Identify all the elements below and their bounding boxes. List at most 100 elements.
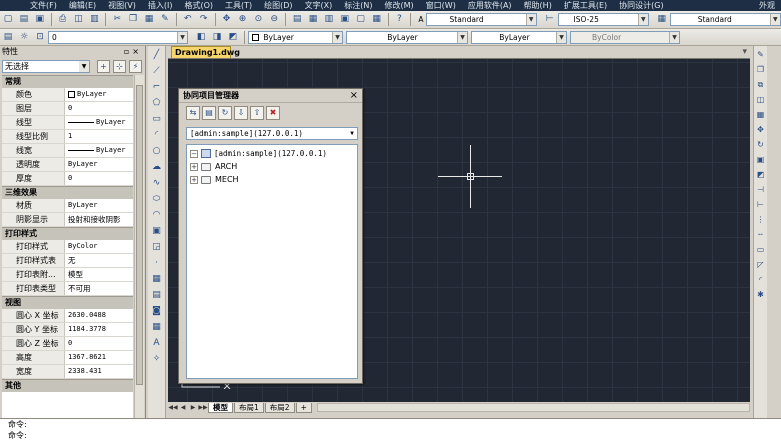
menu-insert[interactable]: 插入(I) <box>142 0 179 11</box>
color-select[interactable]: ByLayer ▼ <box>248 30 343 44</box>
menu-file[interactable]: 文件(F) <box>24 0 63 11</box>
scale-icon[interactable]: ▣ <box>755 153 767 166</box>
tab-layout1[interactable]: 布局1 <box>234 402 264 413</box>
line-icon[interactable]: ╱ <box>150 48 164 62</box>
property-value[interactable]: ByLayer <box>65 88 133 101</box>
erase-icon[interactable]: ✎ <box>755 48 767 61</box>
extend-icon[interactable]: ⊢ <box>755 198 767 211</box>
sync-icon[interactable]: ↻ <box>218 106 232 120</box>
property-value[interactable]: 投射和接收阴影 <box>65 213 133 226</box>
property-row[interactable]: 圆心 Z 坐标 0 <box>2 337 133 351</box>
gradient-icon[interactable]: ▤ <box>150 288 164 302</box>
menu-window[interactable]: 窗口(W) <box>420 0 462 11</box>
ellipse-icon[interactable]: ⬭ <box>150 192 164 206</box>
menu-edit[interactable]: 编辑(E) <box>63 0 102 11</box>
zoom-window-icon[interactable]: ⊙ <box>251 13 265 27</box>
table-icon[interactable]: ▦ <box>150 320 164 334</box>
property-section-header[interactable]: 视图 <box>2 296 133 309</box>
spline-icon[interactable]: ∿ <box>150 176 164 190</box>
menu-dimension[interactable]: 标注(N) <box>338 0 378 11</box>
cut-icon[interactable]: ✂ <box>110 13 124 27</box>
first-tab-icon[interactable]: ◀◀ <box>168 404 178 411</box>
connect-server-icon[interactable]: ⇆ <box>186 106 200 120</box>
break-icon[interactable]: ╌ <box>755 228 767 241</box>
property-section-header[interactable]: 其他 <box>2 379 133 392</box>
property-row[interactable]: 厚度 0 <box>2 172 133 186</box>
selection-select[interactable]: 无选择 ▼ <box>2 59 90 73</box>
property-row[interactable]: 材质 ByLayer <box>2 199 133 213</box>
markup-icon[interactable]: ▢ <box>354 13 368 27</box>
property-value[interactable]: 0 <box>65 337 133 350</box>
property-row[interactable]: 打印样式 ByColor <box>2 240 133 254</box>
close-icon[interactable]: ▾ <box>742 46 747 58</box>
hatch-icon[interactable]: ▦ <box>150 272 164 286</box>
fillet-icon[interactable]: ◜ <box>755 273 767 286</box>
region-icon[interactable]: ◙ <box>150 304 164 318</box>
add-layout-icon[interactable]: + <box>295 402 312 413</box>
properties-close-icon[interactable]: ▫× <box>124 46 145 57</box>
menu-tools[interactable]: 工具(T) <box>219 0 258 11</box>
property-value[interactable]: 无 <box>65 254 133 267</box>
layer-state-icon[interactable]: ☼ <box>17 30 31 44</box>
property-value[interactable]: 1184.3778 <box>65 323 133 336</box>
expand-icon[interactable]: + <box>190 162 198 171</box>
menu-help[interactable]: 帮助(H) <box>518 0 558 11</box>
property-value[interactable]: ByLayer <box>65 144 133 157</box>
menu-extension-tools[interactable]: 扩展工具(E) <box>558 0 613 11</box>
prev-tab-icon[interactable]: ◀ <box>178 404 188 411</box>
property-row[interactable]: 透明度 ByLayer <box>2 158 133 172</box>
property-row[interactable]: 线型比例 1 <box>2 130 133 144</box>
add-selected-icon[interactable]: ✧ <box>150 352 164 366</box>
save-icon[interactable]: ▣ <box>33 13 47 27</box>
open-folder-icon[interactable]: ▤ <box>17 13 31 27</box>
join-icon[interactable]: ▭ <box>755 243 767 256</box>
command-window[interactable]: 命令: 命令: <box>0 418 781 441</box>
delete-icon[interactable]: ✖ <box>266 106 280 120</box>
make-current-layer-icon[interactable]: ◧ <box>194 30 208 44</box>
paste-icon[interactable]: ▦ <box>142 13 156 27</box>
layer-manager-icon[interactable]: ▤ <box>1 30 15 44</box>
next-tab-icon[interactable]: ▶ <box>188 404 198 411</box>
lineweight-select[interactable]: ByLayer ▼ <box>471 30 567 44</box>
property-row[interactable]: 颜色 ByLayer <box>2 88 133 102</box>
property-row[interactable]: 圆心 Y 坐标 1184.3778 <box>2 323 133 337</box>
make-block-icon[interactable]: ◲ <box>150 240 164 254</box>
layer-select[interactable]: 0 ▼ <box>48 30 188 44</box>
menu-collab-design[interactable]: 协同设计(G) <box>613 0 669 11</box>
horizontal-scrollbar[interactable] <box>316 403 750 412</box>
property-row[interactable]: 线宽 ByLayer <box>2 144 133 158</box>
trim-icon[interactable]: ⊣ <box>755 183 767 196</box>
stretch-icon[interactable]: ◩ <box>755 168 767 181</box>
move-icon[interactable]: ✥ <box>755 123 767 136</box>
help-icon[interactable]: ? <box>393 13 407 27</box>
print-preview-icon[interactable]: ◫ <box>72 13 86 27</box>
property-value[interactable]: ByLayer <box>65 199 133 212</box>
polygon-icon[interactable]: ⬠ <box>150 96 164 110</box>
zoom-previous-icon[interactable]: ⊖ <box>267 13 281 27</box>
point-icon[interactable]: · <box>150 256 164 270</box>
property-value[interactable]: 1367.8621 <box>65 351 133 364</box>
menu-draw[interactable]: 绘图(D) <box>258 0 298 11</box>
break-at-point-icon[interactable]: ⋮ <box>755 213 767 226</box>
menu-text[interactable]: 文字(X) <box>299 0 339 11</box>
menu-modify[interactable]: 修改(M) <box>379 0 420 11</box>
design-center-icon[interactable]: ▦ <box>306 13 320 27</box>
plotstyle-select[interactable]: ByColor ▼ <box>570 30 680 44</box>
tree-item-arch[interactable]: + ARCH <box>187 160 357 173</box>
property-row[interactable]: 阴影显示 投射和接收阴影 <box>2 213 133 227</box>
calculator-icon[interactable]: ▦ <box>370 13 384 27</box>
layer-lock-icon[interactable]: ⊡ <box>33 30 47 44</box>
quick-select-button[interactable]: ⚡ <box>129 59 142 73</box>
tree-item-mech[interactable]: + MECH <box>187 173 357 186</box>
property-value[interactable]: 0 <box>65 102 133 115</box>
property-row[interactable]: 图层 0 <box>2 102 133 116</box>
linetype-select[interactable]: ByLayer ▼ <box>346 30 468 44</box>
close-icon[interactable]: × <box>350 89 358 103</box>
arc-icon[interactable]: ◜ <box>150 128 164 142</box>
ellipse-arc-icon[interactable]: ◠ <box>150 208 164 222</box>
checkin-icon[interactable]: ⇧ <box>250 106 264 120</box>
checkout-icon[interactable]: ⇩ <box>234 106 248 120</box>
revision-cloud-icon[interactable]: ☁ <box>150 160 164 174</box>
rectangle-icon[interactable]: ▭ <box>150 112 164 126</box>
project-list-icon[interactable]: ▤ <box>202 106 216 120</box>
